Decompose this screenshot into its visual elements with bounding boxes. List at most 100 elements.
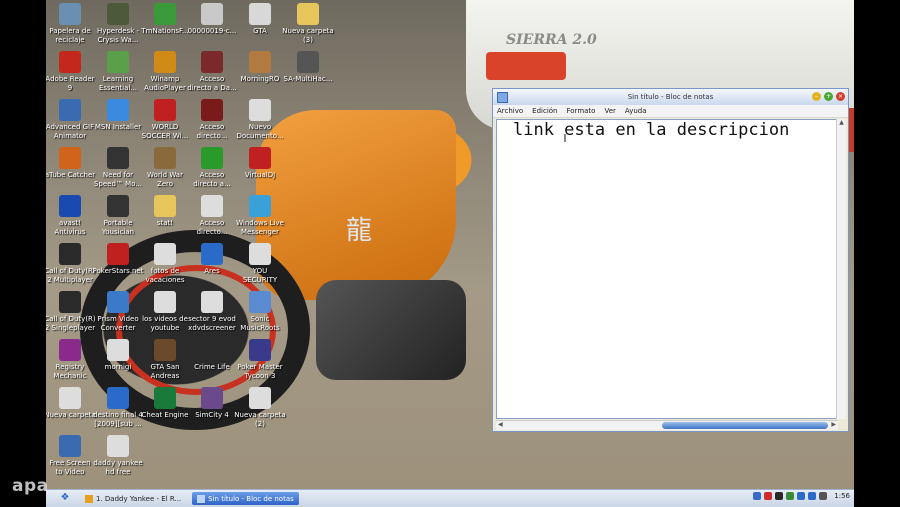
desktop-icon[interactable]: SA-MultiHac... — [272, 50, 344, 98]
document-icon — [201, 291, 223, 313]
msn-icon — [107, 99, 129, 121]
pdf-icon — [59, 51, 81, 73]
play-icon — [201, 147, 223, 169]
desktop-icon[interactable]: Nueva carpeta (3) — [272, 2, 344, 50]
start-button[interactable]: ❖ — [56, 492, 74, 505]
desktop-icon-label: Nuevo Documento... — [236, 123, 284, 140]
car-badge: SIERRA 2.0 — [506, 32, 597, 48]
app-icon — [59, 339, 81, 361]
app-icon — [107, 291, 129, 313]
folder-icon — [154, 243, 176, 265]
desktop-icon-label: Nueva carpeta (3) — [282, 27, 334, 44]
folder-icon — [154, 195, 176, 217]
tray-icon[interactable] — [753, 492, 762, 500]
winamp-icon — [154, 51, 176, 73]
desktop-icon[interactable]: VirtualDJ — [224, 146, 296, 194]
folder-icon — [107, 339, 129, 361]
vertical-scrollbar[interactable]: ▲ — [836, 119, 846, 419]
scroll-right-icon[interactable]: ▶ — [831, 421, 836, 428]
document-icon — [249, 99, 271, 121]
minimize-button[interactable]: – — [812, 92, 821, 101]
tray-icon[interactable] — [808, 492, 817, 500]
app-icon — [59, 99, 81, 121]
desktop-icon-label: daddy yankee hd free — [93, 459, 143, 476]
folder-icon — [249, 387, 271, 409]
ares-icon — [201, 243, 223, 265]
game-icon — [201, 99, 223, 121]
desktop-icon-label: Windows Live Messenger — [236, 219, 284, 236]
document-icon — [249, 3, 271, 25]
system-tray: 1:56 — [753, 492, 850, 500]
desktop-icon-label: Nueva carpeta (2) — [234, 411, 286, 428]
tray-icon[interactable] — [764, 492, 773, 500]
maximize-button[interactable]: + — [824, 92, 833, 101]
motorcycle-engine — [316, 280, 466, 380]
desktop-icon-label: Poker Master Tycoon 3 — [237, 363, 283, 380]
clock[interactable]: 1:56 — [834, 492, 850, 500]
game-icon — [201, 387, 223, 409]
desktop-icon-label: YOU SECURITY — [242, 267, 278, 284]
desktop: SIERRA 2.0 龍 Papelera de reciclaje Hyperd… — [46, 0, 854, 489]
game-icon — [154, 339, 176, 361]
antivirus-icon — [59, 195, 81, 217]
menu-edicion[interactable]: Edición — [532, 107, 557, 115]
game-icon — [154, 147, 176, 169]
horizontal-scrollbar[interactable]: ◀ ▶ — [496, 420, 838, 430]
scroll-up-icon[interactable]: ▲ — [837, 119, 846, 126]
menu-ver[interactable]: Ver — [604, 107, 615, 115]
notepad-titlebar[interactable]: Sin título - Bloc de notas – + × — [493, 89, 848, 105]
tray-icon[interactable] — [819, 492, 828, 500]
cheat-engine-icon — [154, 387, 176, 409]
folder-icon — [59, 387, 81, 409]
menu-archivo[interactable]: Archivo — [497, 107, 523, 115]
desktop-icon[interactable]: daddy yankee hd free — [82, 434, 154, 482]
document-icon — [249, 243, 271, 265]
game-icon — [249, 51, 271, 73]
motorcycle-emblem: 龍 — [346, 216, 373, 246]
scroll-left-icon[interactable]: ◀ — [498, 421, 503, 428]
messenger-icon — [249, 195, 271, 217]
desktop-icon[interactable]: Nuevo Documento... — [224, 98, 296, 146]
game-icon — [59, 243, 81, 265]
game-icon — [201, 51, 223, 73]
recycle-bin-icon — [59, 3, 81, 25]
dj-icon — [249, 147, 271, 169]
menu-bar: Archivo Edición Formato Ver Ayuda — [493, 105, 848, 118]
game-icon — [249, 339, 271, 361]
taskbar-item-notepad[interactable]: Sin título - Bloc de notas — [192, 492, 299, 505]
game-icon — [154, 99, 176, 121]
desktop-icon[interactable]: YOU SECURITY — [224, 242, 296, 290]
text-cursor — [564, 134, 566, 142]
folder-icon — [297, 3, 319, 25]
game-icon — [107, 3, 129, 25]
app-icon — [107, 195, 129, 217]
taskbar: ❖ 1. Daddy Yankee - El R... Sin título -… — [46, 489, 854, 507]
desktop-icon-label: VirtualDJ — [244, 171, 276, 179]
desktop-icon-label: SA-MultiHac... — [283, 75, 333, 83]
tray-icon[interactable] — [786, 492, 795, 500]
game-icon — [201, 339, 223, 361]
notepad-window[interactable]: Sin título - Bloc de notas – + × Archivo… — [492, 88, 849, 432]
tray-icon[interactable] — [797, 492, 806, 500]
game-icon — [59, 291, 81, 313]
watermark: apa — [12, 476, 49, 496]
app-icon — [249, 291, 271, 313]
menu-formato[interactable]: Formato — [567, 107, 596, 115]
close-button[interactable]: × — [836, 92, 845, 101]
taskbar-item-media[interactable]: 1. Daddy Yankee - El R... — [80, 492, 186, 505]
app-icon — [59, 435, 81, 457]
tray-icon[interactable] — [775, 492, 784, 500]
scrollbar-thumb[interactable] — [662, 422, 828, 429]
menu-ayuda[interactable]: Ayuda — [625, 107, 647, 115]
poker-icon — [107, 243, 129, 265]
task-label: Sin título - Bloc de notas — [208, 494, 294, 503]
desktop-icon[interactable]: Nueva carpeta (2) — [224, 386, 296, 434]
media-player-icon — [85, 494, 93, 503]
desktop-icon[interactable]: Poker Master Tycoon 3 — [224, 338, 296, 386]
desktop-icon[interactable]: Sonic MusicRoots — [224, 290, 296, 338]
window-title: Sin título - Bloc de notas — [627, 93, 714, 101]
text-editor-area[interactable]: link esta en la descripcion — [496, 119, 838, 419]
desktop-icon[interactable]: Windows Live Messenger — [224, 194, 296, 242]
game-icon — [154, 3, 176, 25]
desktop-icon-label: Sonic MusicRoots — [240, 315, 280, 332]
